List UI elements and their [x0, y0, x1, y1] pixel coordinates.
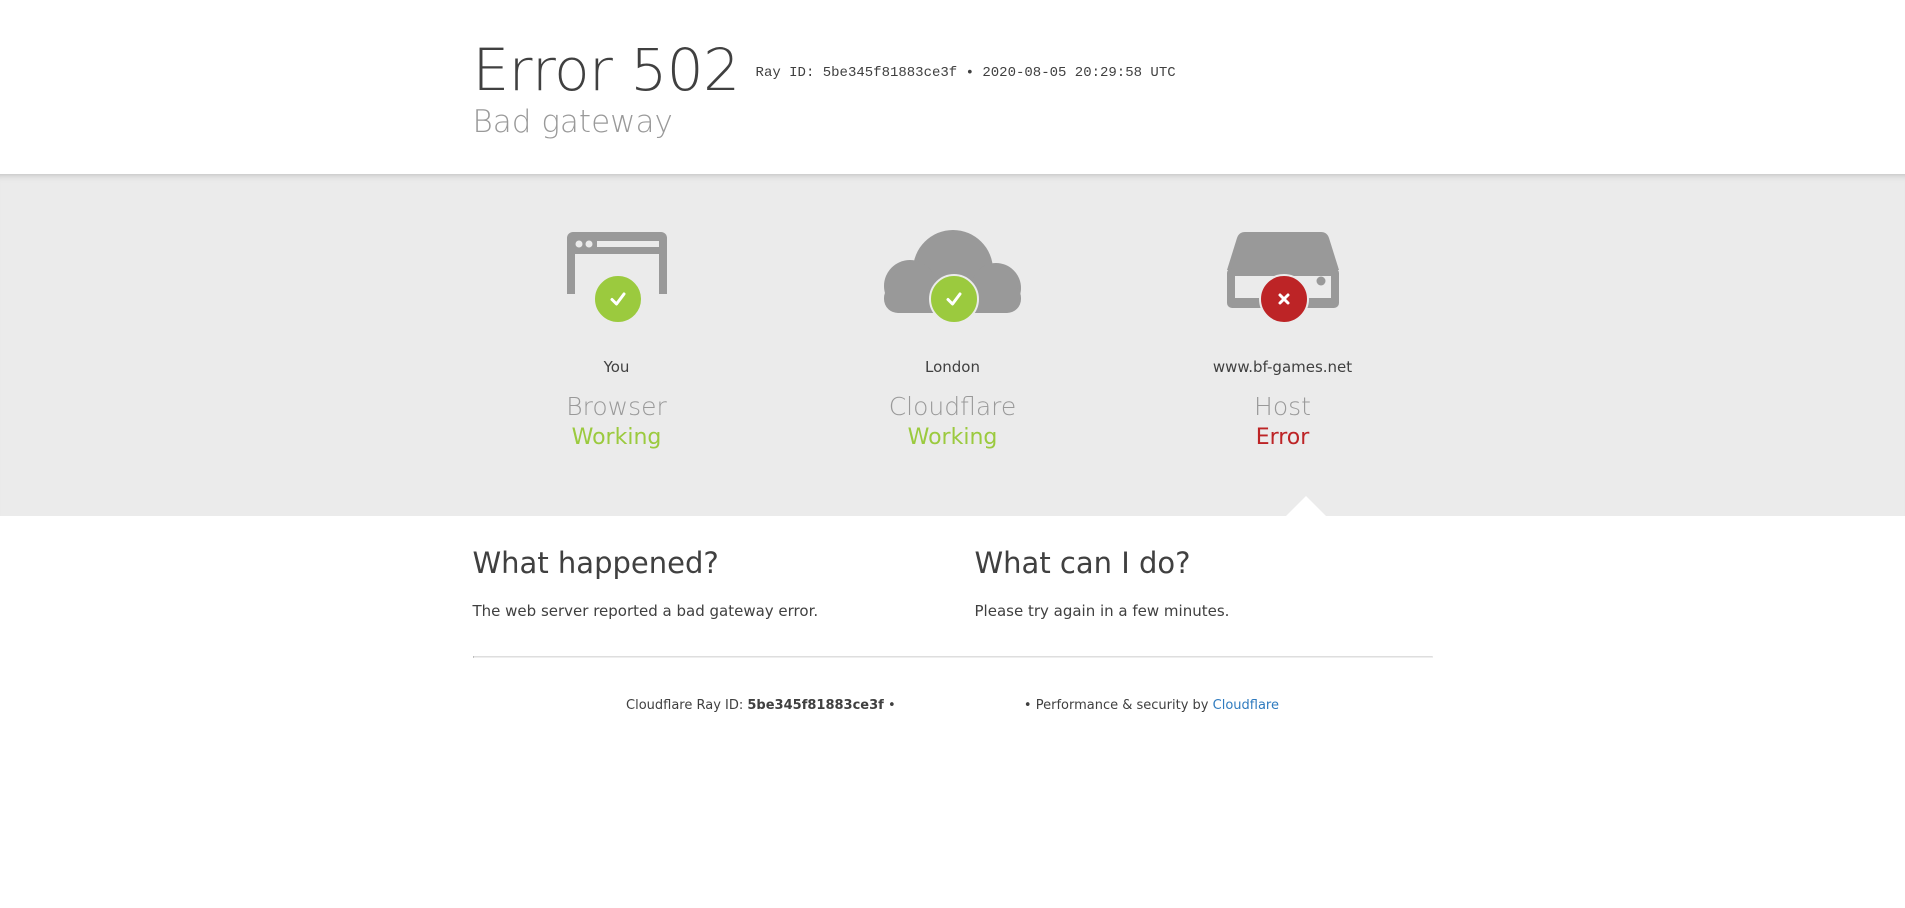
check-icon: [928, 274, 979, 324]
node-name: Host: [1254, 392, 1311, 421]
cloudflare-link[interactable]: Cloudflare: [1213, 698, 1279, 713]
node-location: You: [603, 358, 630, 376]
footer: Cloudflare Ray ID: 5be345f81883ce3f • • …: [473, 658, 1433, 718]
title-row: Error 502 Ray ID: 5be345f81883ce3f • 202…: [473, 38, 1176, 102]
x-icon: [1258, 274, 1309, 324]
page-subtitle: Bad gateway: [472, 104, 673, 140]
footer-bullet: •: [887, 698, 896, 713]
node-name: Browser: [566, 392, 667, 421]
ray-id-header: Ray ID: 5be345f81883ce3f • 2020-08-05 20…: [755, 65, 1176, 81]
what-happened-text: The web server reported a bad gateway er…: [472, 602, 819, 620]
footer-ray-id: 5be345f81883ce3f: [747, 698, 884, 713]
status-badge: Error: [1255, 425, 1310, 450]
status-band: You Browser Working London Cloudflare Wo…: [0, 174, 1905, 516]
page-header: Error 502 Ray ID: 5be345f81883ce3f • 202…: [0, 0, 1905, 174]
node-browser: You Browser Working: [467, 174, 767, 450]
what-happened: What happened? The web server reported a…: [473, 546, 933, 620]
footer-ray-label: Cloudflare Ray ID:: [626, 698, 748, 713]
node-cloudflare: London Cloudflare Working: [803, 174, 1103, 450]
node-location: www.bf-games.net: [1212, 358, 1353, 376]
what-can-i-do-text: Please try again in a few minutes.: [974, 602, 1230, 620]
footer-perf-text: Performance & security by: [1035, 698, 1213, 713]
check-icon: [592, 274, 643, 324]
status-badge: Working: [907, 425, 998, 450]
what-can-i-do-title: What can I do?: [974, 546, 1191, 580]
footer-bullet: •: [1023, 698, 1032, 713]
what-happened-title: What happened?: [472, 546, 719, 580]
what-can-i-do: What can I do? Please try again in a few…: [975, 546, 1435, 620]
pointer-notch: [1285, 496, 1326, 516]
status-badge: Working: [571, 425, 662, 450]
node-host: www.bf-games.net Host Error: [1133, 174, 1433, 450]
page-title: Error 502: [472, 36, 741, 104]
node-name: Cloudflare: [888, 392, 1017, 421]
info-section: What happened? The web server reported a…: [473, 516, 1433, 656]
node-location: London: [925, 358, 980, 376]
